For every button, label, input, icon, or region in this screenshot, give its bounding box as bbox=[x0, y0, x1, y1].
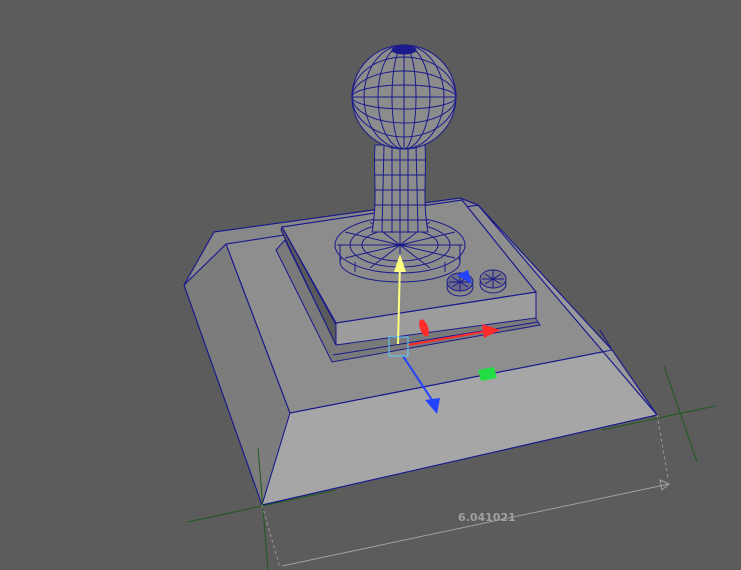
distance-measure[interactable]: 6.041021 bbox=[281, 479, 670, 567]
button-right[interactable] bbox=[479, 269, 507, 294]
viewport-canvas[interactable]: 6.041021 bbox=[0, 0, 741, 570]
distance-value: 6.041021 bbox=[458, 511, 516, 524]
3d-viewport[interactable]: 6.041021 bbox=[0, 0, 741, 570]
stick-ball[interactable] bbox=[351, 44, 457, 150]
distance-line bbox=[281, 483, 670, 567]
stick-shaft[interactable] bbox=[371, 144, 429, 233]
